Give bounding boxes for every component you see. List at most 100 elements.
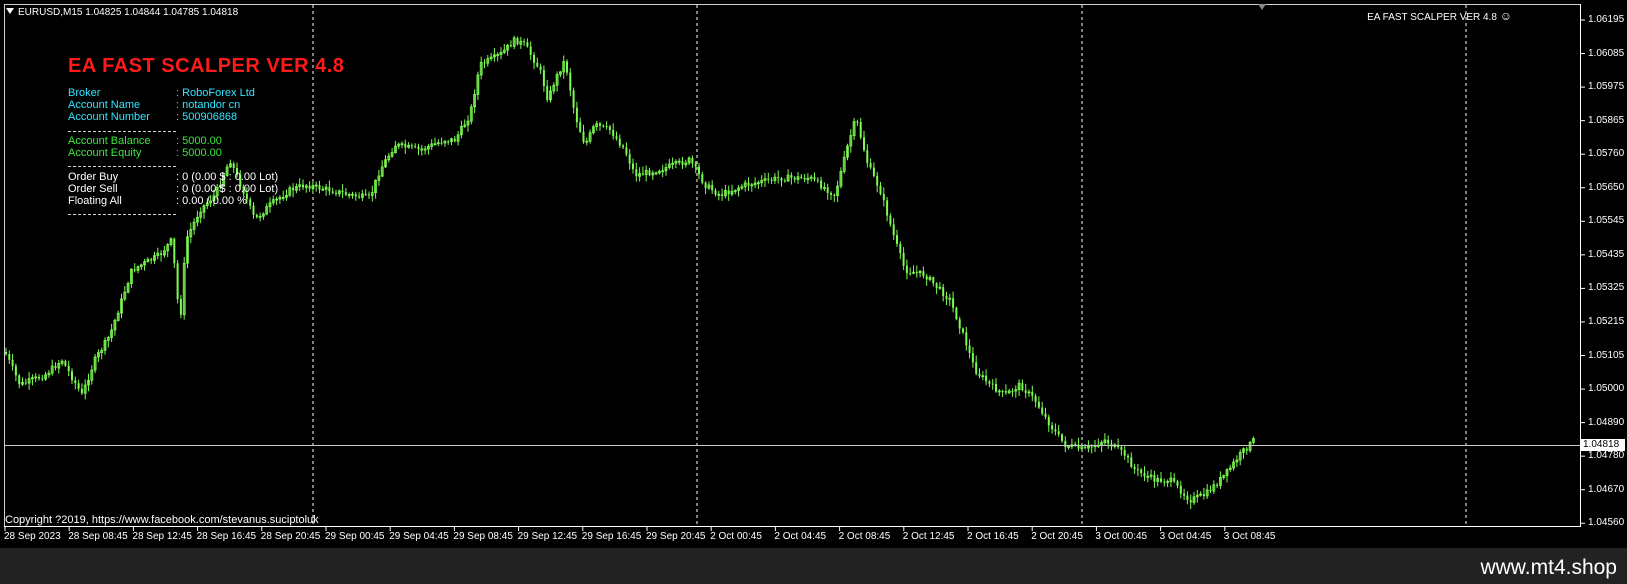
candle-body <box>618 138 621 146</box>
candle-body <box>800 176 803 178</box>
candle-body <box>777 177 780 179</box>
candle-body <box>64 361 67 366</box>
copyright-text: Copyright ?2019, https://www.facebook.co… <box>5 514 319 526</box>
info-divider <box>68 131 176 132</box>
candle-body <box>958 319 961 329</box>
candle-body <box>935 283 938 288</box>
candle-body <box>1183 493 1186 496</box>
candle-body <box>335 192 337 194</box>
info-label: Account Balance <box>68 135 151 147</box>
candle-body <box>1245 448 1248 451</box>
candle-body <box>80 388 83 394</box>
time-tick-label: 29 Sep 20:45 <box>646 531 706 542</box>
price-tick-label: 1.05215 <box>1588 315 1625 327</box>
time-tick-label: 28 Sep 08:45 <box>68 531 128 542</box>
triangle-down-icon[interactable] <box>6 8 14 14</box>
candle-body <box>721 194 724 196</box>
candle-body <box>962 328 964 333</box>
time-tick-label: 28 Sep 2023 <box>4 531 61 542</box>
price-chart[interactable] <box>0 0 1627 548</box>
time-tick-label: 29 Sep 08:45 <box>453 531 513 542</box>
candle-body <box>410 145 413 147</box>
candle-body <box>820 180 823 189</box>
time-tick-label: 29 Sep 00:45 <box>325 531 385 542</box>
candle-body <box>54 366 57 368</box>
candle-body <box>582 131 585 143</box>
candle-body <box>922 271 925 277</box>
candle-body <box>968 345 971 353</box>
candle-body <box>869 163 872 168</box>
candle-body <box>896 235 898 244</box>
candle-body <box>179 299 182 315</box>
candle-body <box>909 273 912 275</box>
candle-body <box>599 123 601 126</box>
candle-body <box>533 54 535 63</box>
candle-body <box>905 265 908 274</box>
candle-body <box>879 185 882 194</box>
candle-body <box>1127 455 1129 458</box>
info-value: : 0 (0.00 $ : 0.00 Lot) <box>176 171 279 183</box>
candle-body <box>1107 439 1110 444</box>
candle-body <box>704 182 707 189</box>
candle-body <box>1031 391 1034 396</box>
info-label: Account Equity <box>68 147 142 159</box>
candle-body <box>608 126 611 130</box>
candle-body <box>5 352 7 355</box>
candle-body <box>816 179 819 181</box>
candle-body <box>975 362 978 374</box>
candle-body <box>546 86 549 100</box>
candle-body <box>523 41 526 43</box>
candle-body <box>648 170 651 175</box>
symbol-line: EURUSD,M15 1.04825 1.04844 1.04785 1.048… <box>18 7 239 18</box>
time-tick-label: 28 Sep 20:45 <box>260 531 321 542</box>
chart-window[interactable]: EURUSD,M15 1.04825 1.04844 1.04785 1.048… <box>0 0 1627 548</box>
candle-body <box>1051 425 1054 430</box>
candle-body <box>965 332 968 346</box>
candle-body <box>1004 391 1007 393</box>
candle-body <box>866 150 869 163</box>
candle-body <box>971 352 974 363</box>
candle-body <box>414 146 417 148</box>
current-price-label: 1.04818 <box>1581 439 1625 451</box>
info-label: Account Name <box>68 99 141 111</box>
time-tick-label: 2 Oct 08:45 <box>838 531 891 542</box>
candle-body <box>539 66 542 70</box>
candle-body <box>1084 446 1087 448</box>
candle-body <box>1011 391 1014 392</box>
candle-body <box>38 376 40 379</box>
candle-body <box>1123 450 1126 456</box>
candle-body <box>536 62 539 67</box>
candle-body <box>368 194 370 196</box>
info-value: : 5000.00 <box>176 147 222 159</box>
candle-body <box>24 382 27 384</box>
candle-body <box>566 61 568 73</box>
info-divider <box>68 166 176 167</box>
shift-marker-icon <box>1258 4 1266 10</box>
candle-body <box>77 383 80 389</box>
candle-body <box>902 253 905 266</box>
candle-body <box>942 287 945 297</box>
candle-body <box>932 277 935 284</box>
candle-body <box>255 214 258 218</box>
candle-body <box>302 184 304 188</box>
price-tick-label: 1.05325 <box>1588 282 1625 294</box>
candle-body <box>440 142 443 144</box>
candle-body <box>341 190 344 193</box>
ea-title: EA FAST SCALPER VER 4.8 <box>68 55 345 77</box>
candle-body <box>985 375 988 382</box>
candle-body <box>232 163 235 168</box>
candle-body <box>67 365 70 372</box>
candle-body <box>1179 485 1182 494</box>
candle-body <box>1034 395 1037 402</box>
info-value: : RoboForex Ltd <box>176 87 255 99</box>
candle-body <box>1189 500 1192 503</box>
time-tick-label: 3 Oct 00:45 <box>1095 531 1148 542</box>
candle-body <box>889 215 892 225</box>
candle-body <box>509 45 512 47</box>
candle-body <box>1176 481 1179 486</box>
smiley-face-icon[interactable]: ☺ <box>1500 9 1512 23</box>
candle-body <box>988 381 991 384</box>
ea-name-text: EA FAST SCALPER VER 4.8 <box>1367 12 1497 23</box>
time-tick-label: 2 Oct 00:45 <box>710 531 762 542</box>
footer-bar <box>0 548 1627 584</box>
